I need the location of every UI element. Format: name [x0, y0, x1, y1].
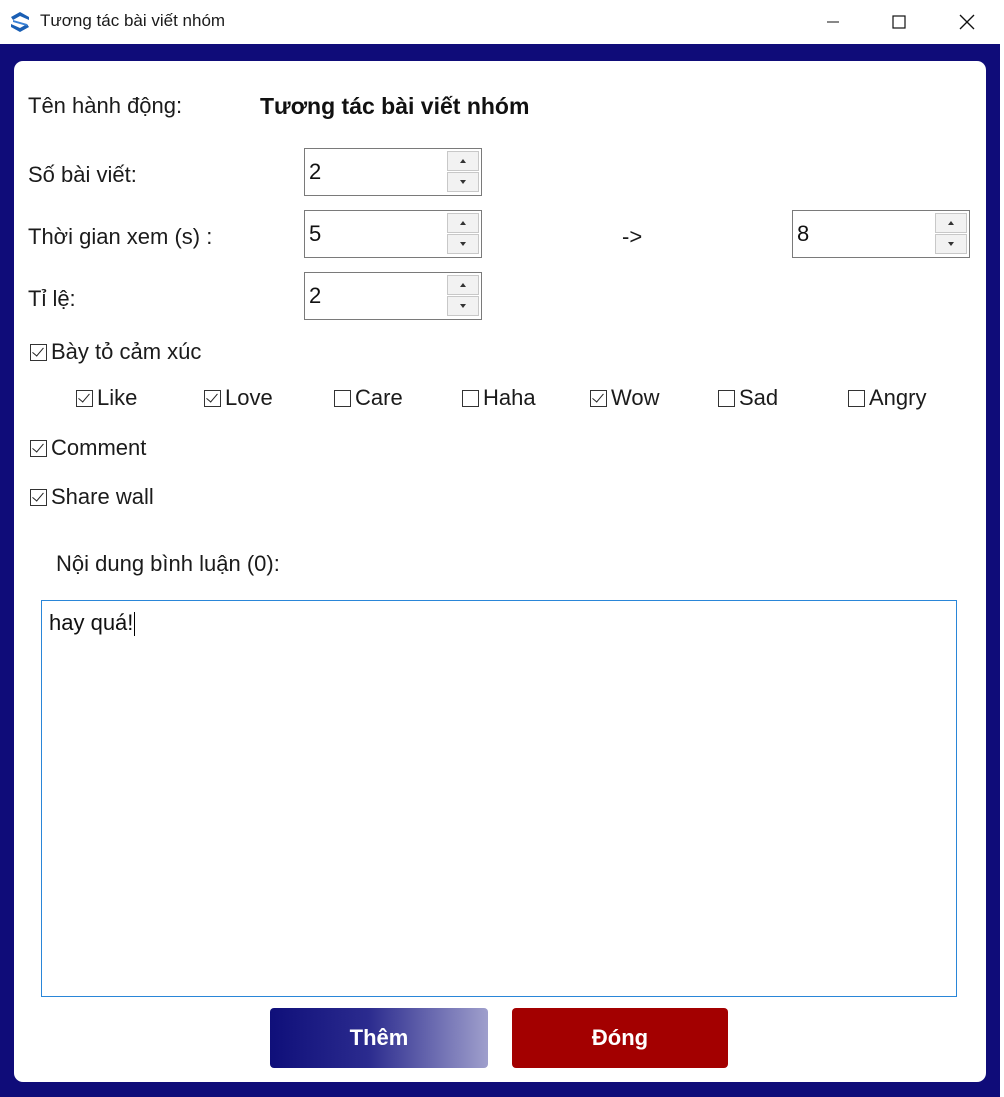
range-arrow: ->	[622, 224, 643, 249]
view-time-to-input[interactable]	[793, 211, 937, 257]
window-title: Tương tác bài viết nhóm	[40, 11, 226, 30]
comment-label: Comment	[51, 435, 147, 460]
maximize-button[interactable]	[866, 0, 932, 44]
checkbox-box[interactable]	[718, 389, 735, 407]
reaction-label: Angry	[869, 385, 927, 410]
react-label: Bày tỏ cảm xúc	[51, 339, 202, 364]
checkbox-box[interactable]	[848, 389, 865, 407]
close-button[interactable]: Đóng	[512, 1008, 728, 1068]
posts-count-input[interactable]	[305, 149, 449, 195]
spin-up-button[interactable]	[447, 275, 479, 295]
reaction-label: Haha	[483, 385, 536, 410]
reaction-label: Care	[355, 385, 403, 410]
spin-down-button[interactable]	[447, 172, 479, 192]
arrow-down-icon	[460, 304, 466, 308]
comment-content-textarea[interactable]: hay quá!	[41, 600, 957, 997]
app-logo-icon	[11, 12, 29, 32]
spin-up-button[interactable]	[935, 213, 967, 233]
posts-count-spinner[interactable]	[304, 148, 482, 196]
reaction-haha-checkbox[interactable]: Haha	[462, 385, 536, 411]
checkbox-box[interactable]	[30, 488, 47, 506]
spin-up-button[interactable]	[447, 213, 479, 233]
close-window-button[interactable]	[934, 0, 1000, 44]
window-edge	[1000, 44, 1004, 1097]
arrow-down-icon	[460, 180, 466, 184]
spin-down-button[interactable]	[447, 234, 479, 254]
checkbox-box[interactable]	[204, 389, 221, 407]
checkbox-box[interactable]	[30, 439, 47, 457]
comment-checkbox[interactable]: Comment	[30, 435, 146, 461]
comment-text-value: hay quá!	[49, 610, 134, 635]
view-time-to-spinner[interactable]	[792, 210, 970, 258]
arrow-up-icon	[948, 221, 954, 225]
action-name-value: Tương tác bài viết nhóm	[260, 93, 530, 119]
share-wall-label: Share wall	[51, 484, 154, 509]
add-button[interactable]: Thêm	[270, 1008, 488, 1068]
view-time-label: Thời gian xem (s) :	[28, 224, 213, 249]
checkbox-box[interactable]	[590, 389, 607, 407]
spin-down-button[interactable]	[935, 234, 967, 254]
title-bar: Tương tác bài viết nhóm	[0, 0, 1004, 45]
spin-down-button[interactable]	[447, 296, 479, 316]
maximize-icon	[892, 15, 906, 29]
reaction-wow-checkbox[interactable]: Wow	[590, 385, 660, 411]
spin-up-button[interactable]	[447, 151, 479, 171]
posts-count-label: Số bài viết:	[28, 162, 137, 187]
arrow-down-icon	[948, 242, 954, 246]
comment-content-label: Nội dung bình luận (0):	[56, 551, 280, 576]
minimize-icon	[827, 21, 839, 23]
checkbox-box[interactable]	[76, 389, 93, 407]
ratio-spinner[interactable]	[304, 272, 482, 320]
ratio-input[interactable]	[305, 273, 449, 319]
reaction-care-checkbox[interactable]: Care	[334, 385, 403, 411]
view-time-from-spinner[interactable]	[304, 210, 482, 258]
minimize-button[interactable]	[800, 0, 866, 44]
reaction-label: Like	[97, 385, 138, 410]
checkbox-box[interactable]	[30, 343, 47, 361]
checkbox-box[interactable]	[462, 389, 479, 407]
ratio-label: Tỉ lệ:	[28, 286, 76, 311]
reaction-label: Love	[225, 385, 273, 410]
arrow-up-icon	[460, 283, 466, 287]
comment-text: hay quá!	[49, 610, 136, 637]
checkbox-box[interactable]	[334, 389, 351, 407]
reaction-love-checkbox[interactable]: Love	[204, 385, 273, 411]
reaction-like-checkbox[interactable]: Like	[76, 385, 137, 411]
arrow-up-icon	[460, 221, 466, 225]
reaction-label: Wow	[611, 385, 660, 410]
view-time-from-input[interactable]	[305, 211, 449, 257]
reaction-sad-checkbox[interactable]: Sad	[718, 385, 778, 411]
close-icon	[959, 14, 975, 30]
reaction-angry-checkbox[interactable]: Angry	[848, 385, 926, 411]
react-checkbox[interactable]: Bày tỏ cảm xúc	[30, 339, 201, 365]
share-wall-checkbox[interactable]: Share wall	[30, 484, 154, 510]
text-caret	[134, 612, 136, 637]
action-name-label: Tên hành động:	[28, 93, 183, 118]
arrow-up-icon	[460, 159, 466, 163]
arrow-down-icon	[460, 242, 466, 246]
reaction-label: Sad	[739, 385, 779, 410]
